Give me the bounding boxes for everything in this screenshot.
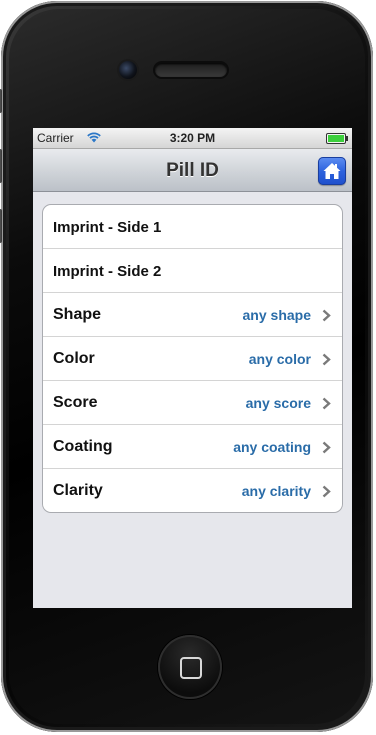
score-row[interactable]: Score any score <box>43 380 342 424</box>
color-label: Color <box>53 350 95 367</box>
mute-switch <box>0 89 2 113</box>
color-row[interactable]: Color any color <box>43 336 342 380</box>
chevron-right-icon <box>322 485 331 498</box>
imprint-side-2-label: Imprint - Side 2 <box>53 263 162 280</box>
battery-nub <box>346 136 348 141</box>
score-label: Score <box>53 394 98 411</box>
front-camera <box>119 61 137 79</box>
imprint-side-2-field[interactable]: Imprint - Side 2 <box>43 248 342 292</box>
imprint-side-1-field[interactable]: Imprint - Side 1 <box>43 205 342 248</box>
coating-row[interactable]: Coating any coating <box>43 424 342 468</box>
coating-value: any coating <box>233 439 311 455</box>
coating-label: Coating <box>53 438 113 455</box>
clarity-label: Clarity <box>53 482 103 499</box>
home-icon <box>323 163 341 179</box>
earpiece-speaker <box>155 63 227 77</box>
battery-level <box>328 135 344 142</box>
imprint-side-1-label: Imprint - Side 1 <box>53 219 162 236</box>
status-bar: Carrier 3:20 PM <box>33 128 352 149</box>
clarity-value: any clarity <box>241 483 311 499</box>
home-button[interactable] <box>318 157 346 185</box>
score-value: any score <box>245 395 311 411</box>
app-screen: Carrier 3:20 PM Pill ID Imprint - Side 1… <box>33 128 352 608</box>
volume-up-button <box>0 149 2 183</box>
clarity-row[interactable]: Clarity any clarity <box>43 468 342 512</box>
page-title: Pill ID <box>166 160 219 181</box>
chevron-right-icon <box>322 397 331 410</box>
battery-icon <box>326 133 348 144</box>
chevron-right-icon <box>322 309 331 322</box>
color-value: any color <box>248 351 311 367</box>
chevron-right-icon <box>322 353 331 366</box>
chevron-right-icon <box>322 441 331 454</box>
shape-row[interactable]: Shape any shape <box>43 292 342 336</box>
hardware-home-button[interactable] <box>158 635 222 699</box>
volume-down-button <box>0 209 2 243</box>
shape-value: any shape <box>242 307 311 323</box>
status-time: 3:20 PM <box>169 131 216 145</box>
navigation-bar: Pill ID <box>33 149 352 192</box>
shape-label: Shape <box>53 306 102 323</box>
pill-id-form: Imprint - Side 1 Imprint - Side 2 Shape … <box>42 204 343 513</box>
home-square-icon <box>180 657 202 679</box>
